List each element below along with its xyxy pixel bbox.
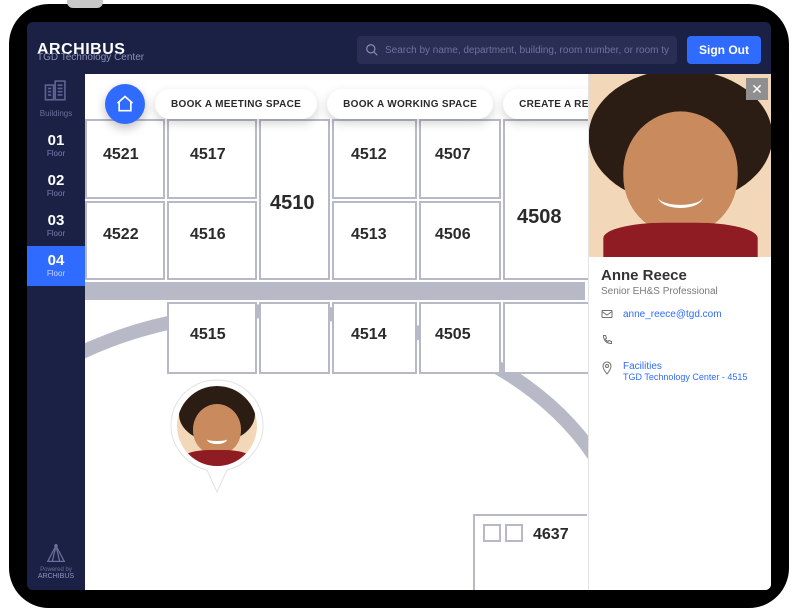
email-icon	[601, 309, 615, 322]
floor-number: 01	[27, 132, 85, 149]
floor-label: Floor	[27, 189, 85, 198]
room-4637-inset2	[505, 524, 523, 542]
sign-out-button[interactable]: Sign Out	[687, 36, 761, 64]
floor-canvas: 4521 4517 4512 4507 4510 4508 4522 4516	[85, 74, 771, 590]
room-label: 4510	[270, 192, 315, 215]
home-icon	[115, 94, 135, 114]
person-photo: ✕	[589, 74, 771, 257]
powered-by: Powered by ARCHIBUS	[38, 543, 74, 580]
book-working-button[interactable]: BOOK A WORKING SPACE	[327, 89, 493, 119]
room-label: 4516	[190, 226, 226, 244]
floor-number: 04	[27, 252, 85, 269]
person-location-link[interactable]: TGD Technology Center - 4515	[623, 372, 747, 382]
email-row: anne_reece@tgd.com	[601, 309, 759, 322]
floor-label: Floor	[27, 149, 85, 158]
person-location-block: Facilities TGD Technology Center - 4515	[623, 361, 747, 383]
search-input[interactable]	[385, 45, 669, 56]
location-row: Facilities TGD Technology Center - 4515	[601, 361, 759, 383]
app-screen: ARCHIBUS Sign Out TGD Technology Center …	[27, 22, 771, 590]
floor-item-03[interactable]: 03 Floor	[27, 206, 85, 246]
floor-item-04[interactable]: 04 Floor	[27, 246, 85, 286]
site-subtitle: TGD Technology Center	[37, 52, 144, 63]
room-label: 4512	[351, 146, 387, 164]
room-label: 4521	[103, 146, 139, 164]
left-rail: Buildings 01 Floor 02 Floor 03 Floor 04 …	[27, 74, 85, 590]
room-label: 4514	[351, 326, 387, 344]
room-label: 4637	[533, 526, 569, 544]
person-email-link[interactable]: anne_reece@tgd.com	[623, 309, 722, 320]
tablet-notch	[67, 0, 103, 8]
person-card-body: Anne Reece Senior EH&S Professional anne…	[589, 257, 771, 393]
person-card: ✕ Anne Reece Senior EH&S Professional an…	[588, 74, 771, 590]
home-button[interactable]	[105, 84, 145, 124]
room-unlabeled-2[interactable]	[503, 302, 588, 374]
archibus-logo-icon	[45, 543, 67, 565]
room-label: 4508	[517, 206, 562, 229]
top-bar: ARCHIBUS Sign Out	[37, 28, 761, 72]
phone-row	[601, 334, 759, 349]
room-label: 4522	[103, 226, 139, 244]
tablet-frame: ARCHIBUS Sign Out TGD Technology Center …	[9, 4, 789, 608]
buildings-label: Buildings	[40, 109, 72, 118]
close-icon: ✕	[751, 81, 763, 98]
location-pin-icon	[601, 361, 615, 378]
room-label: 4507	[435, 146, 471, 164]
powered-line2: ARCHIBUS	[38, 573, 74, 580]
person-role: Senior EH&S Professional	[601, 286, 759, 297]
floor-label: Floor	[27, 229, 85, 238]
phone-icon	[601, 334, 615, 349]
room-unlabeled-1[interactable]	[259, 302, 330, 374]
search-box[interactable]	[357, 36, 677, 64]
room-label: 4506	[435, 226, 471, 244]
person-name: Anne Reece	[601, 267, 759, 284]
buildings-icon	[43, 78, 69, 107]
floor-number: 03	[27, 212, 85, 229]
person-map-pin[interactable]	[165, 374, 269, 498]
room-label: 4505	[435, 326, 471, 344]
floor-item-01[interactable]: 01 Floor	[27, 126, 85, 166]
room-label: 4517	[190, 146, 226, 164]
room-4637-inset	[483, 524, 501, 542]
person-department-link[interactable]: Facilities	[623, 361, 662, 372]
floor-label: Floor	[27, 269, 85, 278]
floor-number: 02	[27, 172, 85, 189]
room-4508[interactable]	[503, 119, 588, 280]
corridor-h	[85, 282, 585, 300]
book-meeting-button[interactable]: BOOK A MEETING SPACE	[155, 89, 317, 119]
room-label: 4515	[190, 326, 226, 344]
action-bar: BOOK A MEETING SPACE BOOK A WORKING SPAC…	[105, 84, 641, 124]
floor-item-02[interactable]: 02 Floor	[27, 166, 85, 206]
close-card-button[interactable]: ✕	[746, 78, 768, 100]
room-label: 4513	[351, 226, 387, 244]
search-icon	[365, 43, 379, 57]
person-pin-avatar	[177, 386, 257, 466]
